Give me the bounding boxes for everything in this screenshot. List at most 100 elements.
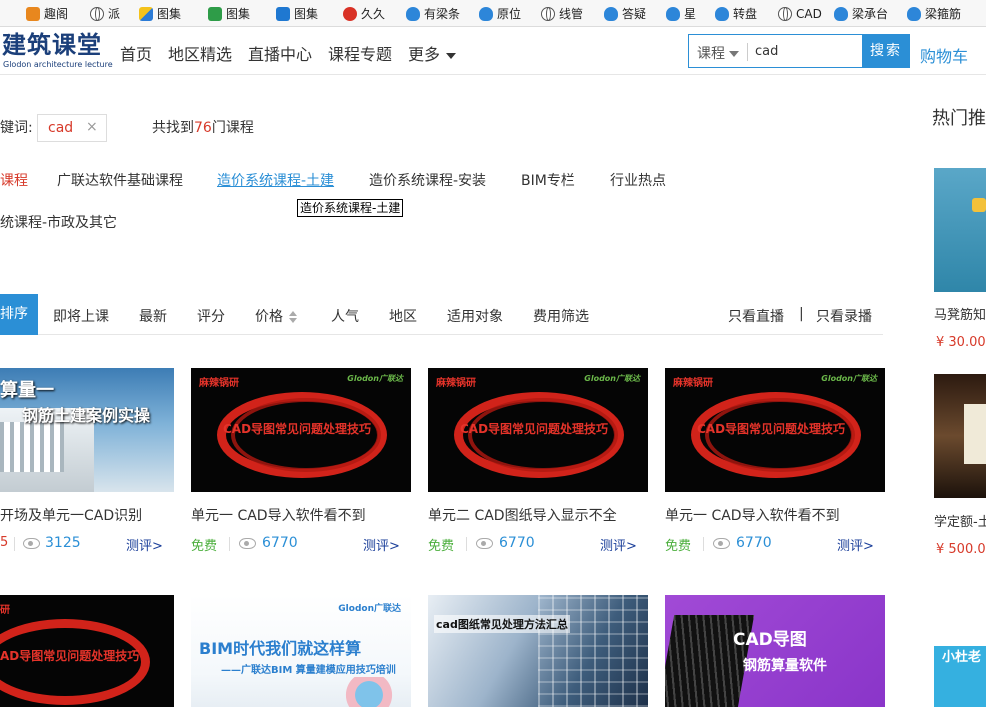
category-municipal[interactable]: 统课程-市政及其它 [0,212,117,232]
category-cost-install[interactable]: 造价系统课程-安装 [369,170,486,190]
search-category-select[interactable]: 课程 [697,43,739,63]
eye-icon [476,538,493,549]
thumbnail-tag: 麻辣锅研 [673,378,713,389]
bookmark-label: 图集 [226,7,251,21]
sort-default-label: 排序 [0,306,28,322]
course-thumbnail[interactable]: 麻辣锅研 Glodon广联达 CAD导图常见问题处理技巧 [665,368,885,492]
course-thumbnail[interactable]: 麻辣锅研 Glodon广联达 CAD导图常见问题处理技巧 [428,368,648,492]
cloud-icon [907,6,921,21]
filter-recorded-only[interactable]: 只看录播 [816,306,872,326]
filter-fee[interactable]: 费用筛选 [533,306,589,326]
bookmark-label: 图集 [157,7,182,21]
sort-rating[interactable]: 评分 [197,306,225,326]
nav-topics[interactable]: 课程专题 [328,41,392,65]
filter-audience[interactable]: 适用对象 [447,306,503,326]
bookmark-item[interactable]: CAD [778,4,822,23]
bookmark-item[interactable]: 派 [90,4,120,23]
hot-course-thumbnail[interactable] [934,168,986,292]
category-bim[interactable]: BIM专栏 [521,170,575,190]
course-title[interactable]: 单元二 CAD图纸导入显示不全 [428,505,617,525]
bookmark-favicon-icon [343,6,357,21]
course-evaluate-link[interactable]: 测评> [126,535,163,554]
course-thumbnail[interactable]: cad图纸常见处理方法汇总 [428,595,648,707]
hot-courses-title: 热门推 [932,108,986,129]
thumbnail-title: CAD导图 [733,630,807,650]
sort-arrows-icon [289,311,297,323]
course-evaluate-link[interactable]: 测评> [837,535,874,554]
bookmark-item[interactable]: 答疑 [604,4,646,23]
sort-newest[interactable]: 最新 [139,306,167,326]
course-thumbnail[interactable]: 麻辣锅研 Glodon广联达 CAD导图常见问题处理技巧 [191,368,411,492]
bookmark-item[interactable]: 图集 [139,4,181,23]
search-divider [747,43,748,61]
eye-icon [239,538,256,549]
bookmark-label: 派 [108,7,121,21]
course-price: 免费 [191,539,218,554]
category-all[interactable]: 课程 [0,170,28,190]
category-industry-news[interactable]: 行业热点 [610,170,666,190]
cart-link[interactable]: 购物车 [920,43,968,67]
sort-popularity[interactable]: 人气 [331,306,359,326]
globe-icon [778,6,792,21]
keyword-tag: cad × [37,114,107,142]
sort-price[interactable]: 价格 [255,306,297,326]
bookmark-item[interactable]: 转盘 [715,4,757,23]
sort-upcoming[interactable]: 即将上课 [53,306,109,326]
bookmark-item[interactable]: 趣阁 [26,4,68,23]
site-logo[interactable]: 建筑课堂 Glodon architecture lecture [2,30,113,69]
bookmark-item[interactable]: 有梁条 [406,4,460,23]
course-thumbnail[interactable]: Glodon广联达 BIM时代我们就这样算 ——广联达BIM 算量建模应用技巧培… [191,595,411,707]
bookmark-item[interactable]: 梁箍筋 [907,4,961,23]
course-price: 免费 [665,539,692,554]
bookmark-item[interactable]: 原位 [479,4,521,23]
cloud-icon [479,6,493,21]
bookmark-item[interactable]: 图集 [208,4,250,23]
thumbnail-tag: 麻辣锅研 [199,378,239,389]
close-icon[interactable]: × [86,119,98,135]
logo-title: 建筑课堂 [2,31,102,59]
course-evaluate-link[interactable]: 测评> [363,535,400,554]
course-title[interactable]: 单元一 CAD导入软件看不到 [191,505,366,525]
bookmark-label: CAD [796,6,822,21]
sort-default-tab[interactable]: 排序 [0,294,38,335]
nav-home[interactable]: 首页 [120,41,152,65]
search-input[interactable] [755,39,859,63]
bookmark-item[interactable]: 梁承台 [834,4,888,23]
nav-more[interactable]: 更多 [408,41,457,65]
result-suffix: 门课程 [211,120,254,136]
tooltip: 造价系统课程-土建 [297,199,404,217]
bookmark-item[interactable]: 线管 [541,4,583,23]
book-icon [139,6,153,21]
bookmark-label: 梁箍筋 [925,7,962,21]
course-title[interactable]: 单元一 CAD导入软件看不到 [665,505,840,525]
course-evaluate-link[interactable]: 测评> [600,535,637,554]
course-views: 6770 [262,535,298,551]
bookmark-item[interactable]: 久久 [343,4,385,23]
search-button[interactable]: 搜索 [862,34,910,68]
globe-icon [90,6,104,21]
bookmarks-bar: 趣阁 派 图集 图集 图集 久久 有梁条 原位 线管 答疑 星 转盘 CAD 梁… [0,0,986,27]
hot-course-title[interactable]: 马凳筋知 [934,304,986,323]
course-thumbnail[interactable]: 算量一 钢筋土建案例实操 [0,368,174,492]
thumbnail-title: CAD导图常见问题处理技巧 [223,422,372,436]
bookmark-item[interactable]: 图集 [276,4,318,23]
divider [703,537,704,551]
category-cost-civil[interactable]: 造价系统课程-土建 [217,170,334,190]
thumbnail-tag: 麻辣锅研 [436,378,476,389]
filter-live-only[interactable]: 只看直播 [728,306,784,326]
category-software-basics[interactable]: 广联达软件基础课程 [57,170,183,190]
nav-region[interactable]: 地区精选 [168,41,232,65]
hot-course-title[interactable]: 学定额-土 [934,511,986,530]
course-thumbnail[interactable]: 研 AD导图常见问题处理技巧 [0,595,174,707]
filter-region[interactable]: 地区 [389,306,417,326]
course-title[interactable]: 开场及单元一CAD识别 [0,505,142,525]
course-thumbnail[interactable]: CAD导图 钢筋算量软件 [665,595,885,707]
thumbnail-title: BIM时代我们就这样算 [199,639,362,658]
hot-course-thumbnail[interactable] [934,374,986,498]
nav-live[interactable]: 直播中心 [248,41,312,65]
search-category-label: 课程 [697,46,725,62]
bookmark-item[interactable]: 星 [666,4,696,23]
divider [229,537,230,551]
bookmark-label: 有梁条 [424,7,461,21]
thumbnail-tag: 研 [0,605,10,616]
